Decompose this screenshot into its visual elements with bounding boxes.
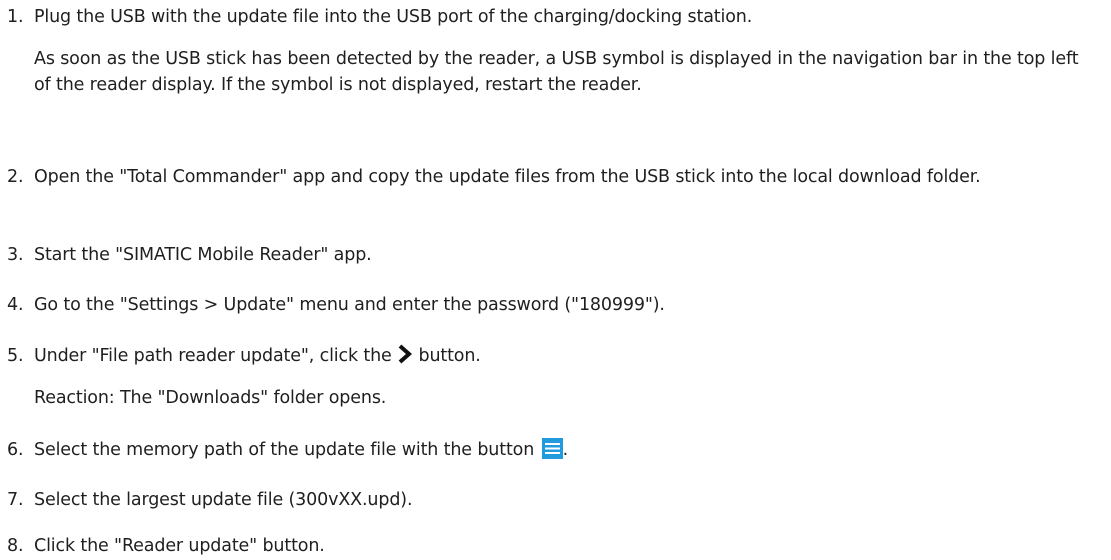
step-5-reaction: Reaction: The "Downloads" folder opens. <box>34 388 387 408</box>
chevron-right-icon <box>398 344 413 372</box>
step-text: Plug the USB with the update file into t… <box>34 7 753 27</box>
hamburger-menu-icon <box>541 438 563 459</box>
step-6: 6. Select the memory path of the update … <box>7 437 1095 463</box>
step-number: 1. <box>7 7 24 27</box>
step-3: 3. Start the "SIMATIC Mobile Reader" app… <box>7 242 1095 268</box>
step-1: 1. Plug the USB with the update file int… <box>7 4 1095 30</box>
step-text: Go to the "Settings > Update" menu and e… <box>34 295 665 315</box>
step-4: 4. Go to the "Settings > Update" menu an… <box>7 292 1095 318</box>
step-number: 8. <box>7 536 24 556</box>
step-number: 2. <box>7 167 24 187</box>
step-text-after: . <box>562 440 569 460</box>
step-number: 4. <box>7 295 24 315</box>
step-text: Click the "Reader update" button. <box>34 536 325 556</box>
step-5: 5. Under "File path reader update", clic… <box>7 343 1095 372</box>
document: 1. Plug the USB with the update file int… <box>0 0 1111 560</box>
step-7: 7. Select the largest update file (300vX… <box>7 487 1095 513</box>
step-text: Open the "Total Commander" app and copy … <box>34 167 981 187</box>
step-text-before: Select the memory path of the update fil… <box>34 440 535 460</box>
step-number: 7. <box>7 490 24 510</box>
step-number: 6. <box>7 440 24 460</box>
step-text: Select the largest update file (300vXX.u… <box>34 490 413 510</box>
step-2: 2. Open the "Total Commander" app and co… <box>7 164 1095 190</box>
step-text-after: button. <box>418 346 481 366</box>
step-number: 3. <box>7 245 24 265</box>
step-text: Select the memory path of the update fil… <box>34 437 1095 463</box>
step-number: 5. <box>7 346 24 366</box>
step-8: 8. Click the "Reader update" button. <box>7 533 1095 559</box>
step-text-before: Under "File path reader update", click t… <box>34 346 392 366</box>
step-1-note: As soon as the USB stick has been detect… <box>34 49 1079 95</box>
step-text: Start the "SIMATIC Mobile Reader" app. <box>34 245 372 265</box>
step-text: Under "File path reader update", click t… <box>34 343 1095 372</box>
